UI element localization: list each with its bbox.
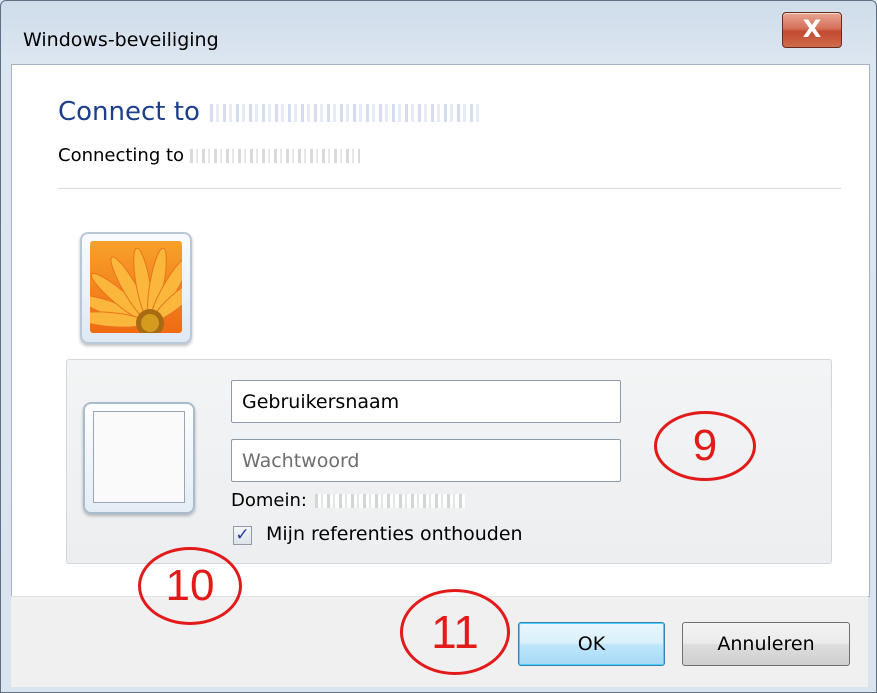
callout-9: 9	[654, 411, 756, 481]
redacted-connecting-host	[190, 149, 361, 163]
cancel-button[interactable]: Annuleren	[682, 622, 850, 666]
password-input[interactable]	[231, 439, 621, 482]
username-input[interactable]	[231, 380, 621, 423]
domain-label: Domein:	[231, 490, 307, 511]
title-bar[interactable]: Windows-beveiliging X	[1, 1, 876, 63]
user-tile[interactable]	[80, 232, 192, 344]
connecting-label: Connecting to	[58, 145, 185, 166]
checkmark-icon: ✓	[235, 525, 250, 545]
flower-user-icon	[90, 241, 182, 333]
window-title: Windows-beveiliging	[23, 29, 219, 51]
connect-heading: Connect to	[58, 97, 480, 127]
domain-line: Domein:	[231, 490, 465, 511]
close-button[interactable]: X	[782, 12, 842, 48]
redacted-domain-value	[314, 494, 465, 508]
separator	[58, 188, 841, 189]
credential-tile[interactable]	[83, 402, 195, 514]
connect-label: Connect to	[58, 97, 200, 127]
remember-credentials-label[interactable]: Mijn referenties onthouden	[266, 523, 523, 545]
close-icon: X	[802, 15, 822, 43]
remember-credentials-checkbox[interactable]: ✓	[233, 526, 252, 545]
dialog-content: Connect to Connecting to Gebruikersnaam …	[11, 64, 870, 597]
callout-10: 10	[138, 547, 242, 625]
callout-11: 11	[400, 589, 510, 675]
ok-button[interactable]: OK	[518, 622, 665, 666]
dialog-window: Windows-beveiliging X Connect to Connect…	[0, 0, 877, 693]
connecting-line: Connecting to	[58, 145, 361, 166]
redacted-host	[209, 103, 480, 122]
blank-user-icon	[93, 411, 185, 503]
